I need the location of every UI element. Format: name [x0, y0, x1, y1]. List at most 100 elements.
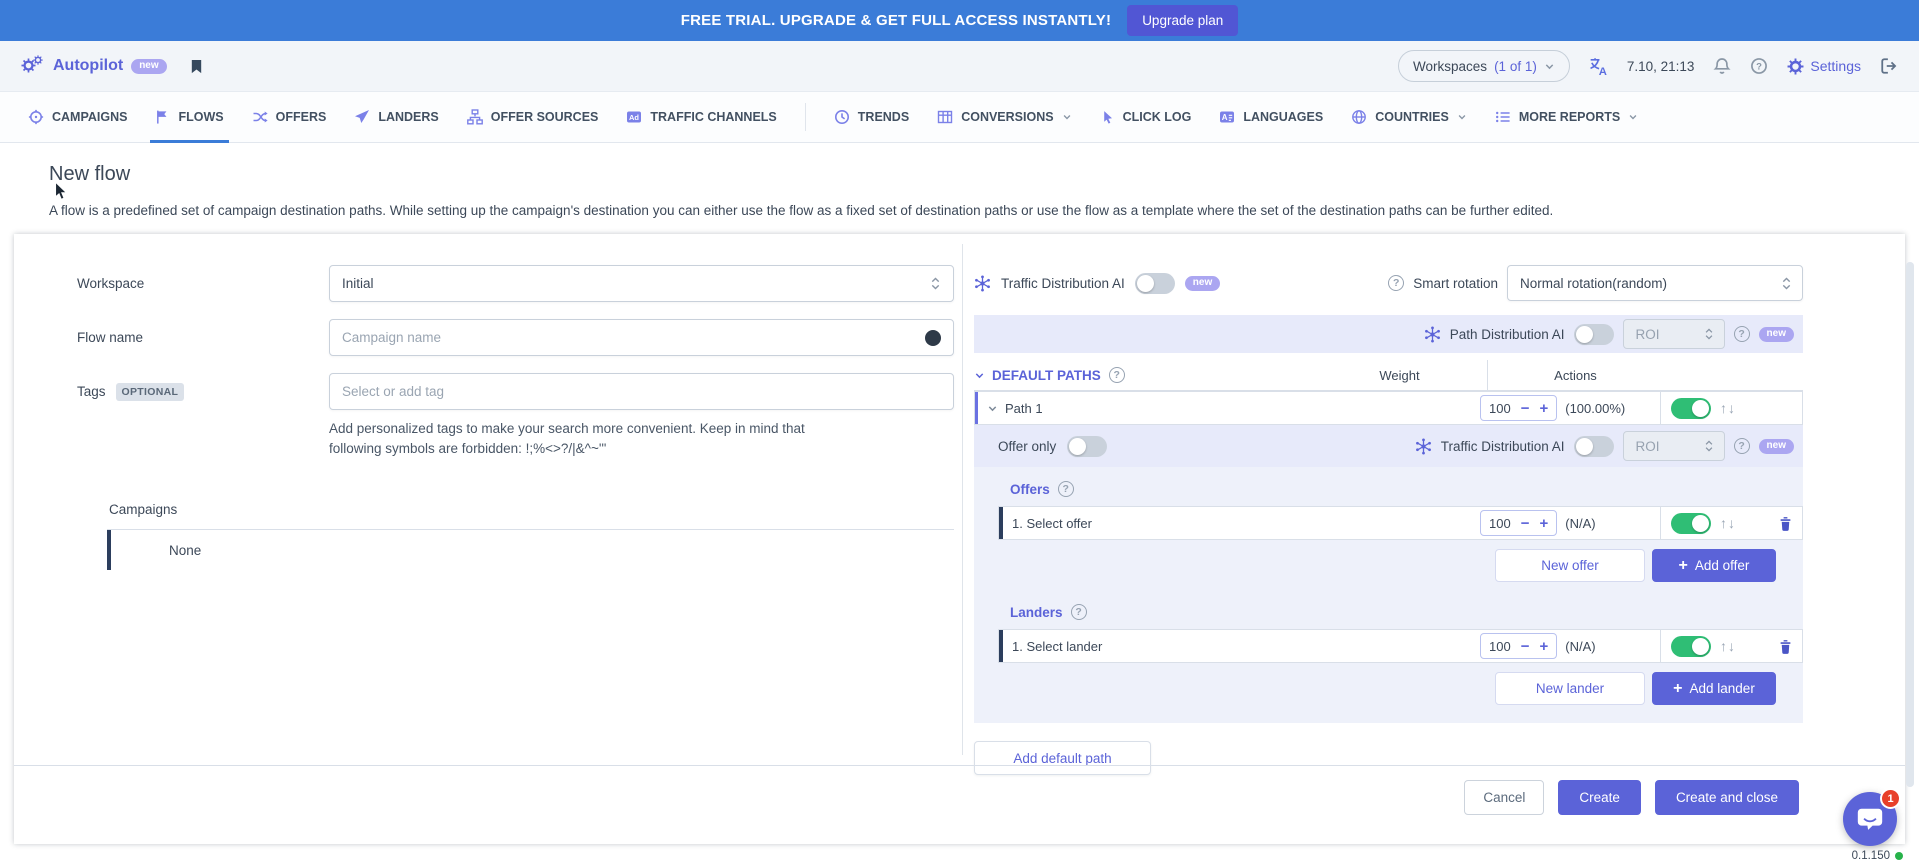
logout-icon[interactable] — [1880, 57, 1898, 75]
smart-rotation-label: Smart rotation — [1413, 276, 1498, 291]
tab-countries[interactable]: COUNTRIES — [1351, 92, 1467, 142]
path-ai-metric-value: ROI — [1636, 327, 1660, 342]
translate-icon[interactable] — [1589, 57, 1608, 76]
lander-enabled-toggle[interactable] — [1671, 636, 1711, 657]
tab-offer-sources[interactable]: OFFER SOURCES — [467, 92, 599, 142]
mouse-pointer-cursor — [50, 181, 72, 203]
traffic-ai-toggle[interactable] — [1135, 273, 1175, 294]
new-lander-button[interactable]: New lander — [1495, 672, 1645, 705]
list-icon — [1495, 109, 1511, 125]
path-distribution-row: Path Distribution AI ROI ? new — [974, 315, 1803, 353]
autopilot-brand[interactable]: Autopilot new — [21, 55, 167, 77]
chat-launcher[interactable]: 1 — [1843, 792, 1897, 846]
target-icon — [28, 109, 44, 125]
notifications-bell-icon[interactable] — [1713, 57, 1731, 75]
help-icon[interactable]: ? — [1388, 275, 1404, 291]
workspace-select[interactable]: Initial — [329, 265, 954, 302]
minus-button[interactable]: − — [1521, 401, 1530, 416]
tab-traffic-channels[interactable]: TRAFFIC CHANNELS — [626, 92, 776, 142]
path-ai-toggle[interactable] — [1574, 324, 1614, 345]
trash-icon[interactable] — [1778, 639, 1793, 654]
tab-landers[interactable]: LANDERS — [354, 92, 438, 142]
nav-divider — [805, 103, 806, 131]
default-paths-toggle[interactable]: DEFAULT PATHS — [974, 368, 1101, 383]
move-up-down-arrows[interactable]: ↑↓ — [1720, 638, 1736, 654]
tab-conversions[interactable]: CONVERSIONS — [937, 92, 1071, 142]
path-weight-input[interactable]: 100 − + — [1480, 395, 1557, 421]
help-icon[interactable]: ? — [1071, 604, 1087, 620]
page-description: A flow is a predefined set of campaign d… — [49, 201, 1870, 221]
plus-button[interactable]: + — [1539, 639, 1548, 654]
help-icon[interactable]: ? — [1058, 481, 1074, 497]
app-header: Autopilot new Workspaces (1 of 1) 7.10, … — [0, 41, 1919, 92]
weight-column-header: Weight — [1312, 368, 1487, 383]
offer-only-row: Offer only Traffic Distribution AI ROI ?… — [974, 425, 1803, 467]
path-ai-metric-select[interactable]: ROI — [1623, 319, 1725, 349]
bookmark-icon[interactable] — [189, 58, 204, 75]
workspaces-selector[interactable]: Workspaces (1 of 1) — [1398, 50, 1570, 82]
offer-only-toggle[interactable] — [1067, 436, 1107, 457]
add-offer-button[interactable]: + Add offer — [1652, 549, 1776, 582]
globe-icon — [1351, 109, 1367, 125]
minus-button[interactable]: − — [1521, 639, 1530, 654]
move-up-down-arrows[interactable]: ↑↓ — [1720, 515, 1736, 531]
optional-badge: OPTIONAL — [116, 383, 185, 401]
tab-click-log[interactable]: CLICK LOG — [1100, 92, 1192, 142]
settings-label: Settings — [1810, 58, 1861, 74]
traffic-distribution-row: Traffic Distribution AI new ? Smart rota… — [974, 265, 1803, 301]
create-and-close-button[interactable]: Create and close — [1655, 780, 1799, 815]
lander-weight-input[interactable]: 100 − + — [1480, 633, 1557, 659]
path-row-bar — [975, 392, 978, 424]
help-icon[interactable]: ? — [1109, 367, 1125, 383]
tab-campaigns[interactable]: CAMPAIGNS — [28, 92, 127, 142]
plus-icon: + — [1679, 558, 1688, 574]
chevron-down-icon[interactable] — [987, 403, 998, 414]
plus-button[interactable]: + — [1539, 401, 1548, 416]
tab-offers[interactable]: OFFERS — [252, 92, 327, 142]
chevron-down-icon — [1457, 112, 1467, 122]
help-circle-icon[interactable] — [1750, 57, 1768, 75]
select-stepper-icon — [1781, 276, 1792, 291]
panel-scrollbar[interactable] — [1906, 262, 1914, 787]
offer-weight-input[interactable]: 100 − + — [1480, 510, 1557, 536]
add-lander-button[interactable]: + Add lander — [1652, 672, 1776, 705]
select-stepper-icon — [1704, 327, 1714, 341]
trash-icon[interactable] — [1778, 516, 1793, 531]
path-enabled-toggle[interactable] — [1671, 398, 1711, 419]
plus-icon: + — [1673, 681, 1682, 697]
chevron-down-icon — [1628, 112, 1638, 122]
ad-icon — [626, 109, 642, 125]
flow-name-input[interactable] — [342, 330, 925, 345]
help-icon[interactable]: ? — [1734, 326, 1750, 342]
plus-button[interactable]: + — [1539, 516, 1548, 531]
smart-rotation-select[interactable]: Normal rotation(random) — [1507, 265, 1803, 301]
traffic-ai-metric-select[interactable]: ROI — [1623, 431, 1725, 461]
upgrade-plan-button[interactable]: Upgrade plan — [1127, 5, 1238, 36]
lander-select-label[interactable]: 1. Select lander — [1012, 639, 1102, 654]
offer-enabled-toggle[interactable] — [1671, 513, 1711, 534]
tab-more-reports[interactable]: MORE REPORTS — [1495, 92, 1638, 142]
settings-button[interactable]: Settings — [1787, 58, 1861, 75]
cancel-button[interactable]: Cancel — [1464, 780, 1544, 815]
tags-input[interactable] — [342, 384, 941, 399]
tab-flows[interactable]: FLOWS — [155, 92, 223, 142]
page-head: New flow A flow is a predefined set of c… — [0, 143, 1919, 221]
minus-button[interactable]: − — [1521, 516, 1530, 531]
path-ai-label: Path Distribution AI — [1450, 327, 1565, 342]
path-traffic-ai-toggle[interactable] — [1574, 436, 1614, 457]
offer-select-label[interactable]: 1. Select offer — [1012, 516, 1092, 531]
new-offer-button[interactable]: New offer — [1495, 549, 1645, 582]
select-stepper-icon — [1704, 439, 1714, 453]
create-button[interactable]: Create — [1558, 780, 1641, 815]
tab-languages[interactable]: LANGUAGES — [1219, 92, 1323, 142]
tab-trends[interactable]: TRENDS — [834, 92, 909, 142]
version-number: 0.1.150 — [1852, 850, 1890, 862]
help-icon[interactable]: ? — [1734, 438, 1750, 454]
autopilot-gears-icon — [21, 55, 45, 77]
offer-only-label: Offer only — [998, 439, 1056, 454]
move-up-down-arrows[interactable]: ↑↓ — [1720, 400, 1736, 416]
paths-panel: Traffic Distribution AI new ? Smart rota… — [963, 234, 1905, 765]
sitemap-icon — [467, 109, 483, 125]
flow-color-picker[interactable] — [925, 330, 941, 346]
campaigns-section: Campaigns None — [77, 502, 962, 570]
